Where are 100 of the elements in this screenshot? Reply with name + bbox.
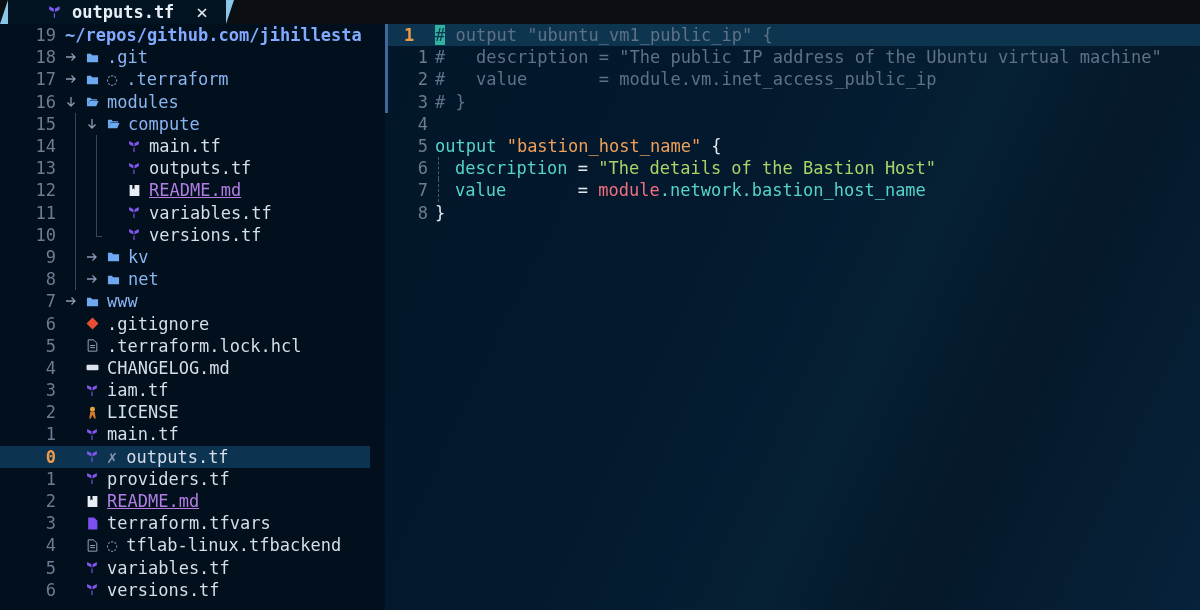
line-number: 2 — [44, 491, 57, 512]
folder-icon — [107, 250, 120, 264]
code-token: "The details of the Bastion Host" — [598, 158, 937, 179]
code-token: { — [710, 136, 722, 157]
book-icon — [86, 494, 99, 508]
line-number: 5 — [44, 557, 57, 578]
folder-name[interactable]: modules — [107, 91, 179, 112]
arrow-down-icon[interactable] — [65, 95, 77, 108]
code-token: value — [455, 180, 507, 201]
file-name[interactable]: iam.tf — [107, 380, 169, 401]
line-number: 6 — [44, 313, 57, 334]
root-path: ~/repos/github.com/jihillesta — [65, 25, 362, 46]
line-number: 4 — [416, 113, 429, 134]
line-number: 8 — [416, 202, 429, 223]
line-number: 2 — [416, 69, 429, 90]
open-folder-icon — [107, 117, 120, 131]
code-token: "bastion_host_name" — [505, 136, 702, 157]
document-icon — [86, 339, 99, 353]
terraform-icon — [128, 228, 141, 242]
folder-name[interactable]: www — [107, 291, 138, 312]
line-number: 5 — [44, 335, 57, 356]
code-token: module — [598, 180, 660, 201]
line-number: 9 — [44, 246, 57, 267]
file-name[interactable]: .gitignore — [107, 313, 210, 334]
code-token: # description = "The public IP address of the Ubuntu virtual machine" — [435, 47, 1162, 68]
arrow-down-icon[interactable] — [86, 117, 98, 130]
line-number: 10 — [34, 224, 57, 245]
line-number: 3 — [44, 513, 57, 534]
line-number: 1 — [44, 424, 57, 445]
file-name[interactable]: README.md — [107, 491, 200, 512]
line-number: 6 — [416, 158, 429, 179]
line-number: 1 — [44, 468, 57, 489]
arrow-right-icon[interactable] — [86, 250, 98, 263]
line-number: 12 — [34, 180, 57, 201]
code-token: # } — [435, 91, 466, 112]
file-name[interactable]: README.md — [149, 180, 242, 201]
line-number: 4 — [44, 357, 57, 378]
line-number: 4 — [44, 535, 57, 556]
code-token: # value = module.vm.inet_access_public_ip — [435, 69, 937, 90]
folder-name[interactable]: kv — [128, 246, 149, 267]
file-name[interactable]: .terraform.lock.hcl — [107, 335, 302, 356]
terraform-icon — [128, 161, 141, 175]
code-token: } — [435, 202, 446, 223]
terraform-icon — [48, 5, 62, 19]
terraform-icon — [86, 583, 99, 597]
folder-name[interactable]: .git — [107, 47, 148, 68]
line-number: 2 — [44, 402, 57, 423]
line-number: 1 — [416, 47, 429, 68]
terraform-icon — [128, 139, 141, 153]
folder-name[interactable]: compute — [128, 113, 200, 134]
code-token: .network.bastion_host_name — [659, 180, 926, 201]
terraform-icon — [128, 206, 141, 220]
line-number: 1 — [403, 25, 416, 46]
file-name[interactable]: variables.tf — [149, 202, 272, 223]
terraform-icon — [86, 450, 99, 464]
line-number: 19 — [34, 25, 57, 46]
file-name[interactable]: LICENSE — [107, 402, 179, 423]
file-name[interactable]: providers.tf — [107, 468, 230, 489]
line-number: 6 — [44, 579, 57, 600]
line-number: 8 — [44, 269, 57, 290]
document-icon — [86, 538, 99, 552]
line-number: 3 — [416, 91, 429, 112]
book-icon — [128, 183, 141, 197]
line-number: 5 — [416, 136, 429, 157]
file-name[interactable]: terraform.tfvars — [107, 513, 271, 534]
line-number: 7 — [416, 180, 429, 201]
terraform-icon — [86, 472, 99, 486]
code-token: = — [576, 158, 590, 179]
folder-name[interactable]: .terraform — [126, 69, 229, 90]
line-number: 0 — [44, 446, 57, 467]
file-name[interactable]: main.tf — [149, 136, 221, 157]
file-name[interactable]: CHANGELOG.md — [107, 357, 230, 378]
line-number: 13 — [34, 158, 57, 179]
file-name[interactable]: tflab-linux.tfbackend — [126, 535, 342, 556]
file-name[interactable]: versions.tf — [149, 224, 262, 245]
file-name[interactable]: main.tf — [107, 424, 179, 445]
line-number: 15 — [34, 113, 57, 134]
file-name[interactable]: versions.tf — [107, 579, 220, 600]
file-name[interactable]: variables.tf — [107, 557, 230, 578]
tab-title: outputs.tf — [72, 2, 176, 22]
terraform-icon — [86, 383, 99, 397]
code-token: = — [576, 180, 590, 201]
open-folder-icon — [86, 95, 99, 109]
folder-name[interactable]: net — [128, 269, 159, 290]
close-icon[interactable]: × — [195, 2, 208, 22]
code-token: output — [435, 136, 497, 157]
file-name[interactable]: outputs.tf — [126, 446, 229, 467]
code-token: description — [455, 158, 568, 179]
selected-row[interactable]: 0 ✗ outputs.tf — [0, 445, 370, 468]
line-number: 14 — [34, 136, 57, 157]
editor-tab[interactable]: outputs.tf × — [0, 0, 234, 24]
line-number: 7 — [44, 291, 57, 312]
status-marker: ◌ — [107, 69, 118, 90]
git-icon — [86, 317, 99, 331]
line-number: 11 — [34, 202, 57, 223]
file-name[interactable]: outputs.tf — [149, 158, 252, 179]
code-token: output "ubuntu_vm1_public_ip" { — [454, 25, 773, 46]
terraform-icon — [86, 561, 99, 575]
file-icon — [86, 516, 99, 530]
status-marker: ◌ — [107, 535, 118, 556]
